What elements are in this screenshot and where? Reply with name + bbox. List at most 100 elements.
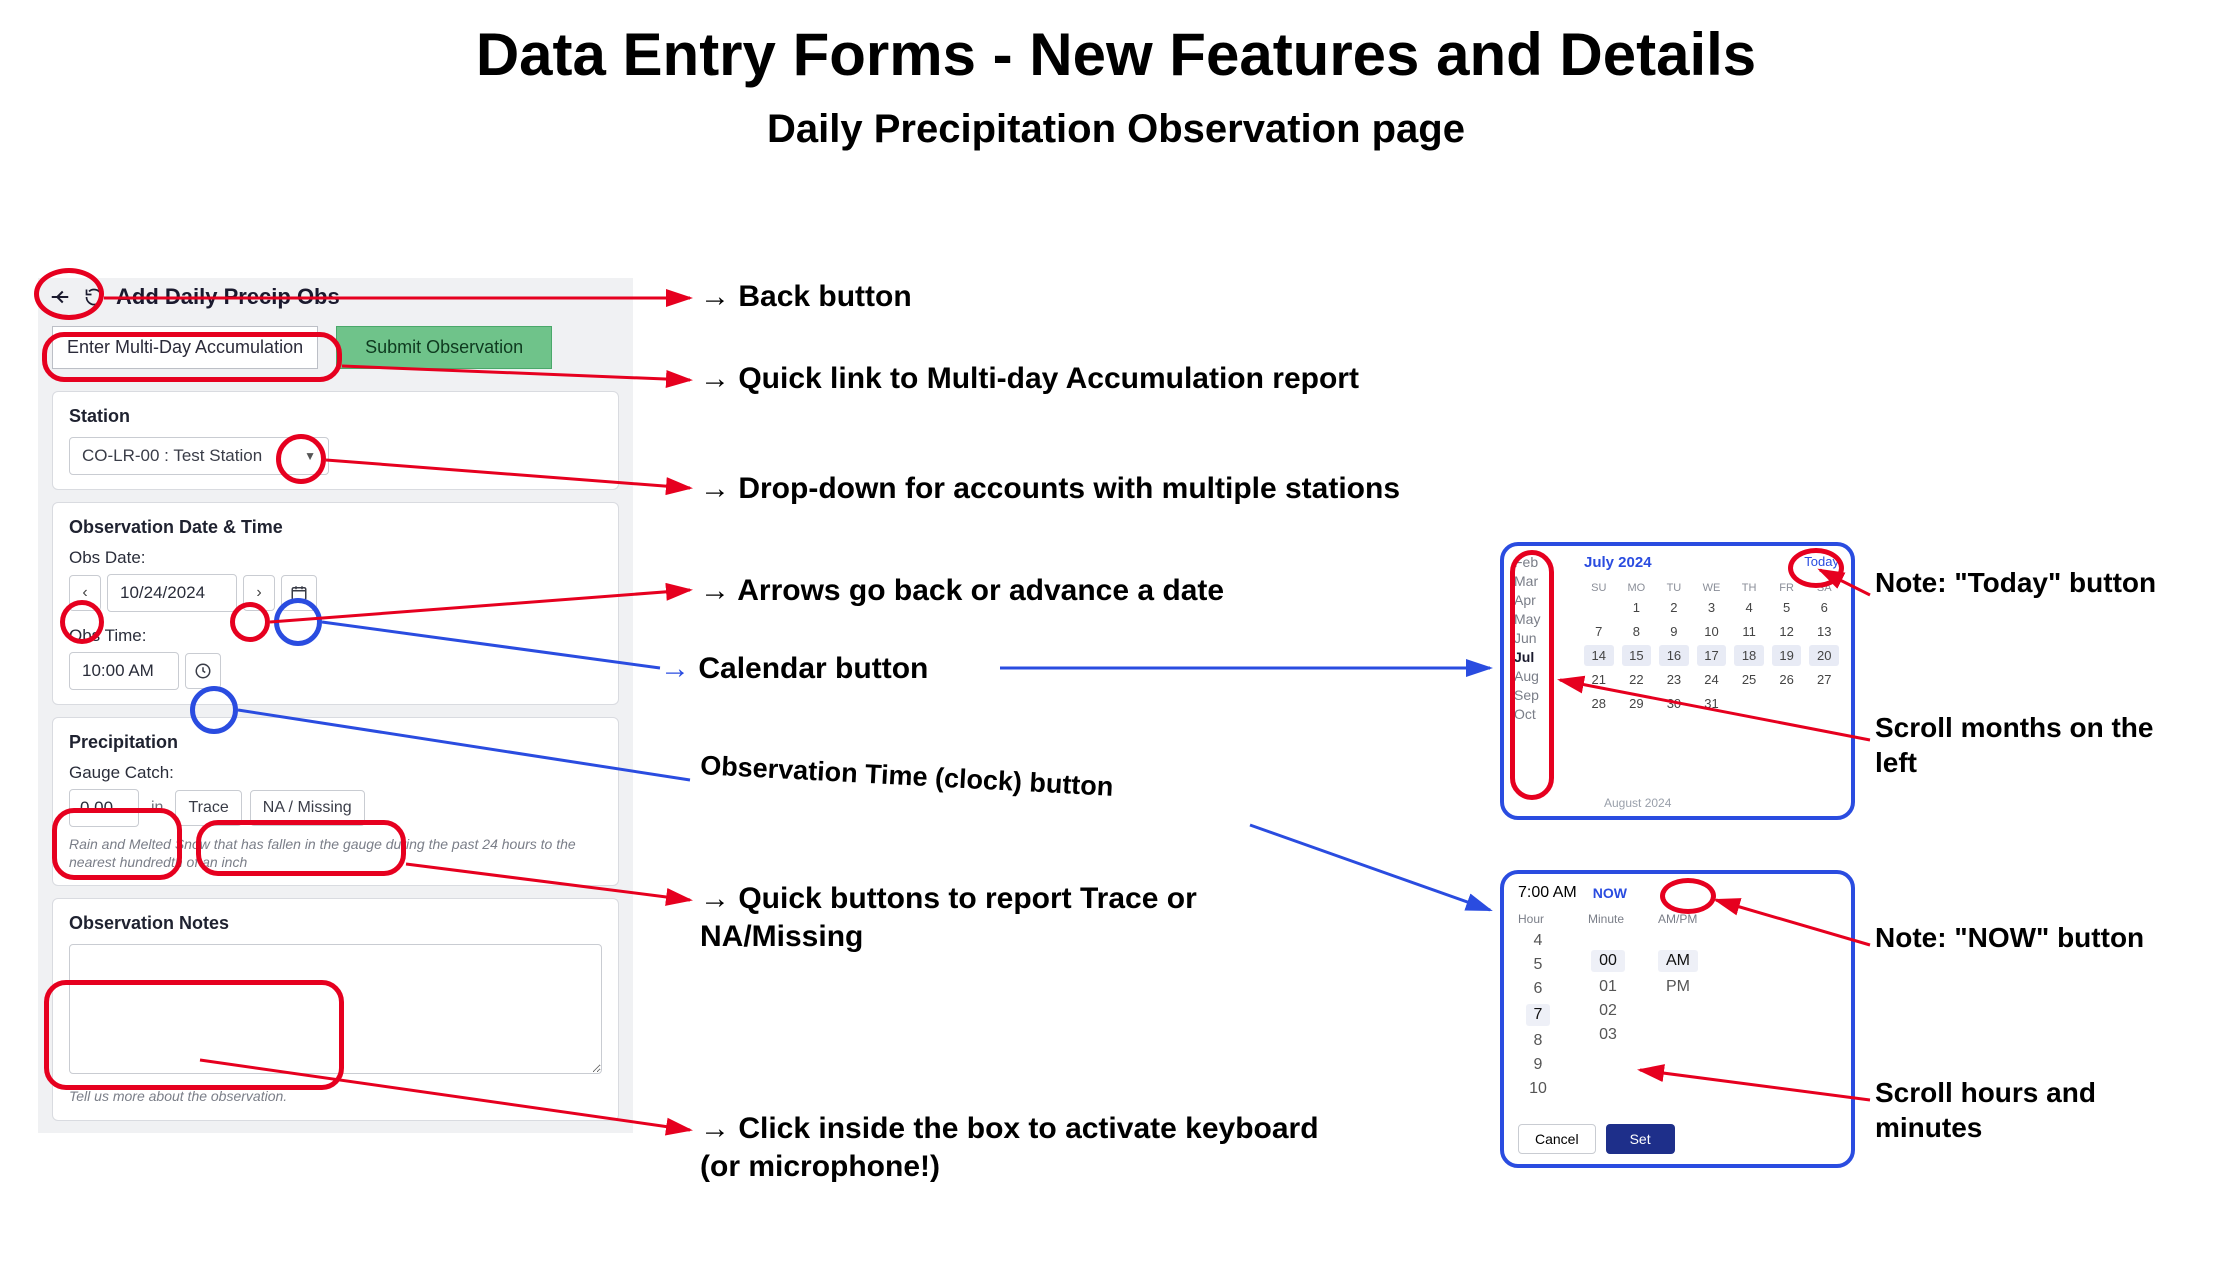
calendar-day[interactable]: 31 [1697,693,1727,714]
notes-textarea[interactable] [69,944,602,1074]
calendar-button[interactable] [281,575,317,611]
calendar-day[interactable]: 22 [1622,669,1652,690]
calendar-month-item[interactable]: Oct [1514,706,1540,722]
obs-time-input[interactable]: 10:00 AM [69,652,179,690]
calendar-month-item[interactable]: Jun [1514,630,1540,646]
calendar-day[interactable]: 21 [1584,669,1614,690]
calendar-day[interactable]: 9 [1659,621,1689,642]
time-set-button[interactable]: Set [1606,1124,1675,1154]
multi-day-button[interactable]: Enter Multi-Day Accumulation [52,326,318,369]
time-col[interactable]: 4 5 6 7 8 9 10 [1518,932,1558,1098]
time-col-item[interactable]: 10 [1529,1080,1547,1098]
time-col-item[interactable]: 5 [1534,956,1543,974]
na-missing-button[interactable]: NA / Missing [250,790,365,826]
calendar-day[interactable]: 15 [1622,645,1652,666]
note-scroll-months: Scroll months on the left [1875,710,2195,780]
time-col-item[interactable]: AM [1658,950,1698,972]
obs-date-label: Obs Date: [69,548,602,568]
calendar-day[interactable]: 12 [1772,621,1802,642]
calendar-day[interactable]: 10 [1697,621,1727,642]
time-col[interactable]: 00 01 02 03 [1588,932,1628,1098]
calendar-day[interactable]: 27 [1809,669,1839,690]
time-col-item[interactable]: 4 [1534,932,1543,950]
submit-button[interactable]: Submit Observation [336,326,552,369]
calendar-day[interactable]: 2 [1659,597,1689,618]
calendar-day[interactable]: 13 [1809,621,1839,642]
time-columns[interactable]: 4 5 6 7 8 9 10 00 01 02 03 AM PM [1518,932,1837,1098]
time-col-headers: HourMinuteAM/PM [1518,912,1837,926]
precip-section-label: Precipitation [69,732,602,753]
note-now: Note: "NOW" button [1875,920,2175,955]
calendar-month-item[interactable]: Aug [1514,668,1540,684]
time-now-button[interactable]: NOW [1593,885,1627,901]
calendar-month-item[interactable]: Sep [1514,687,1540,703]
time-col-item[interactable]: 01 [1599,978,1617,996]
date-next-button[interactable]: › [243,575,275,611]
gauge-input[interactable]: 0.00 [69,789,139,827]
calendar-day[interactable]: 28 [1584,693,1614,714]
time-col-item[interactable]: 03 [1599,1026,1617,1044]
calendar-day[interactable]: 4 [1734,597,1764,618]
time-col-item[interactable]: 7 [1526,1004,1551,1026]
ann-notes: → Click inside the box to activate keybo… [700,1110,1320,1185]
calendar-month-list[interactable]: Feb Mar Apr May Jun Jul Aug Sep Oct [1514,554,1540,722]
calendar-day[interactable]: 24 [1697,669,1727,690]
calendar-day[interactable]: 7 [1584,621,1614,642]
chevron-down-icon: ▼ [304,449,316,463]
time-col-header: Minute [1588,912,1628,926]
calendar-day[interactable]: 6 [1809,597,1839,618]
calendar-day[interactable]: 18 [1734,645,1764,666]
time-cancel-button[interactable]: Cancel [1518,1124,1596,1154]
calendar-day[interactable]: 3 [1697,597,1727,618]
ann-dropdown: → Drop-down for accounts with multiple s… [700,470,1400,508]
ann-calendar: → Calendar button [660,650,928,688]
calendar-day[interactable]: 19 [1772,645,1802,666]
time-col-item[interactable]: 8 [1534,1032,1543,1050]
calendar-day[interactable]: 5 [1772,597,1802,618]
back-arrow-icon[interactable] [48,285,72,309]
time-col-item[interactable]: PM [1666,978,1690,996]
calendar-month-item[interactable]: Jul [1514,649,1540,665]
calendar-day [1809,693,1839,714]
precip-card: Precipitation Gauge Catch: 0.00 in Trace… [52,717,619,886]
calendar-day[interactable]: 20 [1809,645,1839,666]
time-display: 7:00 AM [1518,884,1577,902]
time-col-item[interactable]: 00 [1591,950,1625,972]
time-col-item[interactable]: 6 [1534,980,1543,998]
station-select[interactable]: CO-LR-00 : Test Station ▼ [69,437,329,475]
calendar-month-header: July 2024 [1584,554,1652,571]
ann-clock: Observation Time (clock) button [699,749,1114,804]
ann-multi: → Quick link to Multi-day Accumulation r… [700,360,1359,398]
time-col[interactable]: AM PM [1658,932,1698,1098]
calendar-day[interactable]: 11 [1734,621,1764,642]
calendar-day[interactable]: 23 [1659,669,1689,690]
calendar-day[interactable]: 26 [1772,669,1802,690]
calendar-month-item[interactable]: May [1514,611,1540,627]
time-col-item[interactable]: 9 [1534,1056,1543,1074]
calendar-day[interactable]: 30 [1659,693,1689,714]
calendar-grid[interactable]: SUMOTUWETHFRSA12345678910111213141516171… [1584,582,1839,714]
calendar-day [1772,693,1802,714]
calendar-day [1584,597,1614,618]
trace-button[interactable]: Trace [175,790,241,826]
form-header-title: Add Daily Precip Obs [116,284,340,310]
refresh-icon[interactable] [82,285,106,309]
calendar-day[interactable]: 14 [1584,645,1614,666]
time-col-item[interactable]: 02 [1599,1002,1617,1020]
calendar-day[interactable]: 16 [1659,645,1689,666]
calendar-day[interactable]: 29 [1622,693,1652,714]
calendar-today-button[interactable]: Today [1804,554,1839,571]
form-panel: Add Daily Precip Obs Enter Multi-Day Acc… [38,278,633,1133]
calendar-month-item[interactable]: Apr [1514,592,1540,608]
page-subtitle: Daily Precipitation Observation page [0,107,2232,152]
calendar-day[interactable]: 25 [1734,669,1764,690]
calendar-month-item[interactable]: Feb [1514,554,1540,570]
calendar-month-item[interactable]: Mar [1514,573,1540,589]
station-card: Station CO-LR-00 : Test Station ▼ [52,391,619,490]
clock-button[interactable] [185,653,221,689]
calendar-day[interactable]: 8 [1622,621,1652,642]
obs-date-input[interactable]: 10/24/2024 [107,574,237,612]
calendar-day[interactable]: 17 [1697,645,1727,666]
calendar-day[interactable]: 1 [1622,597,1652,618]
date-prev-button[interactable]: ‹ [69,575,101,611]
